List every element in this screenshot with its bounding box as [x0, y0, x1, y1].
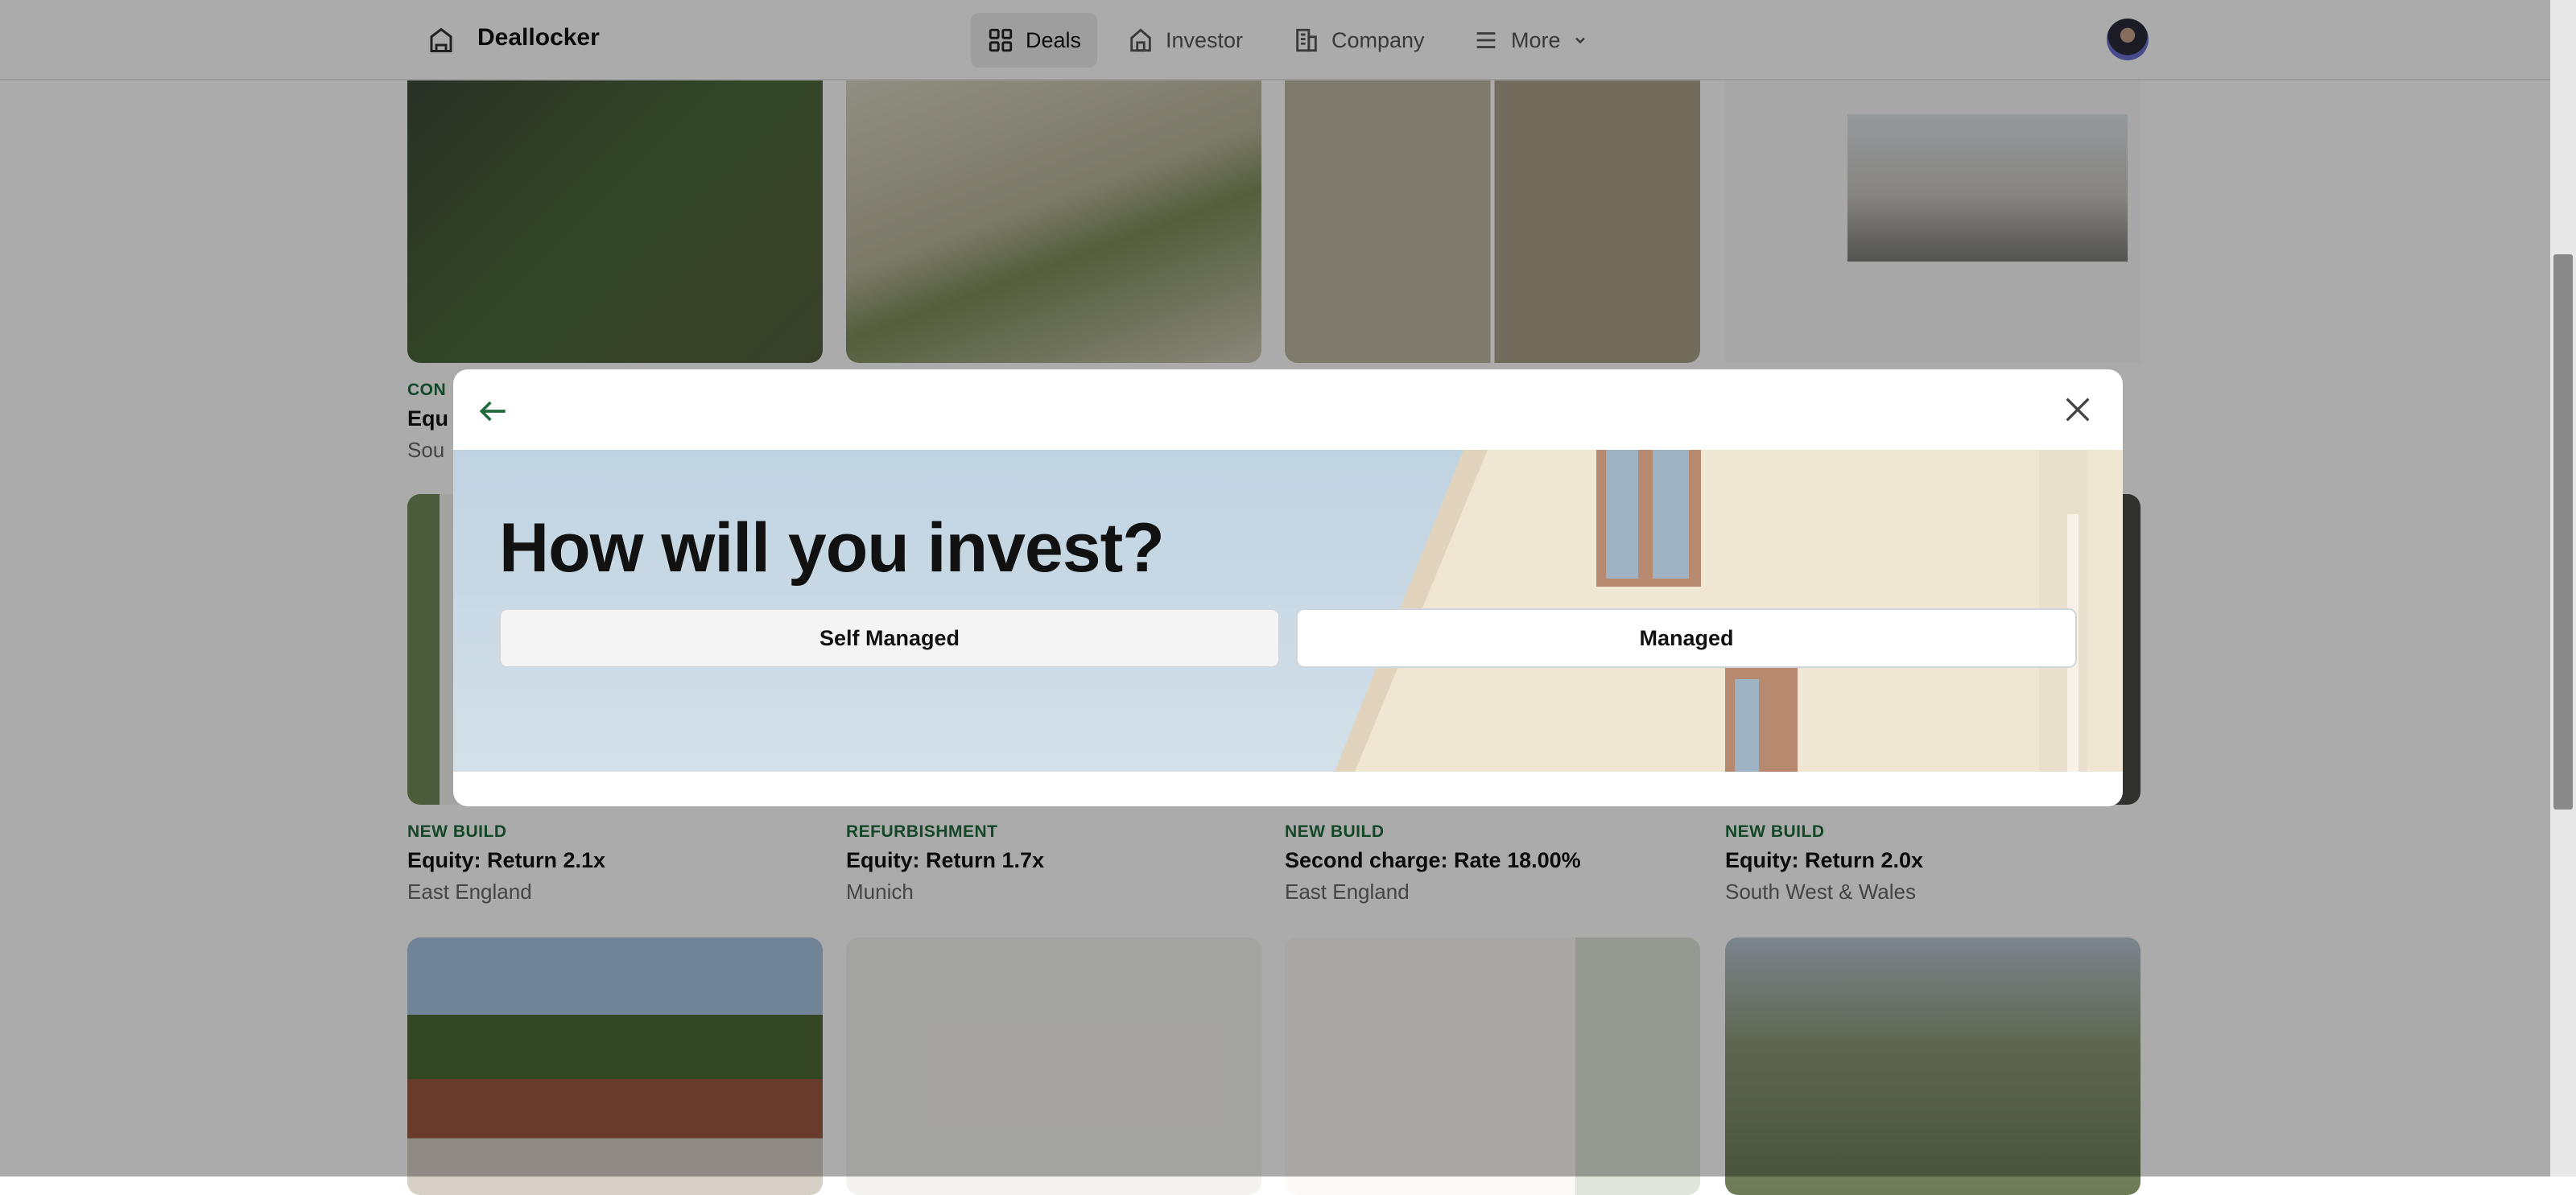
- scrollbar-thumb[interactable]: [2553, 254, 2573, 810]
- hero-image: How will you invest? Self Managed Manage…: [453, 450, 2123, 772]
- back-arrow-icon[interactable]: [476, 394, 511, 429]
- page-scrollbar[interactable]: [2550, 0, 2576, 1176]
- close-icon[interactable]: [2062, 394, 2094, 426]
- managed-button[interactable]: Managed: [1296, 608, 2077, 668]
- invest-modal: How will you invest? Self Managed Manage…: [453, 369, 2123, 806]
- modal-heading: How will you invest?: [499, 509, 1165, 587]
- self-managed-button[interactable]: Self Managed: [499, 608, 1280, 668]
